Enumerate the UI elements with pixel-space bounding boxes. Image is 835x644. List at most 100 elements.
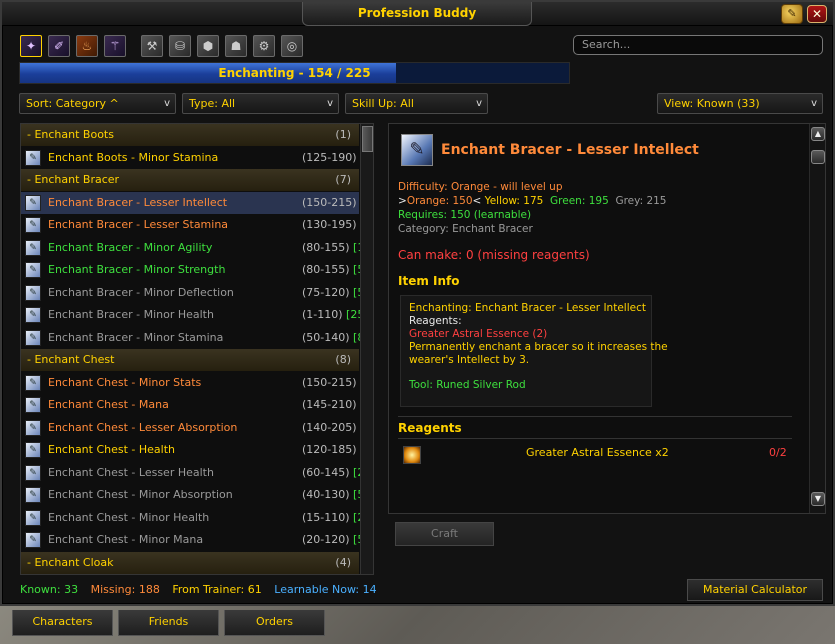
title-bar[interactable]: Profession Buddy ✎ ✕ xyxy=(2,2,833,26)
skill-range: (1-110) [25] xyxy=(302,304,369,326)
list-item-name: Enchant Chest - Mana xyxy=(48,398,169,411)
recipe-detail-panel: ✎ Enchant Bracer - Lesser Intellect Diff… xyxy=(388,123,826,514)
tooltip-name: Enchanting: Enchant Bracer - Lesser Inte… xyxy=(409,302,646,314)
list-item-name: Enchant Chest - Lesser Health xyxy=(48,465,214,479)
skill-range: (75-120) [5] xyxy=(302,282,369,304)
skill-range-text: (140-205) xyxy=(302,420,357,434)
skill-up-dropdown[interactable]: Skill Up: All v xyxy=(345,93,488,114)
requires-text: Requires: 150 (learnable) xyxy=(398,209,532,221)
list-item-name: Enchant Chest - Minor Absorption xyxy=(48,488,233,501)
shadow-icon[interactable]: ⚚ xyxy=(104,35,126,57)
skill-range: (150-215) xyxy=(302,192,357,214)
divider xyxy=(398,438,792,439)
recipe-row[interactable]: ✎ Enchant Chest - Minor Stats (150-215) xyxy=(21,372,359,394)
enchant-scroll-icon: ✎ xyxy=(25,487,41,503)
category-count: (8) xyxy=(335,353,351,366)
recipe-row[interactable]: ✎ Enchant Bracer - Minor Stamina (50-140) … xyxy=(21,327,369,349)
category-count: (4) xyxy=(335,555,351,569)
tool-5-icon[interactable]: ⚙ xyxy=(253,35,275,57)
sort-dropdown-label: Sort: Category ^ xyxy=(26,97,119,110)
recipe-row[interactable]: ✎ Enchant Bracer - Minor Health (1-110) [2… xyxy=(21,304,369,326)
close-button[interactable]: ✕ xyxy=(807,5,827,23)
recipe-row[interactable]: ✎ Enchant Chest - Mana (145-210) xyxy=(21,394,359,416)
recipe-row[interactable]: ✎ Enchant Bracer - Lesser Stamina (130-195… xyxy=(21,214,359,236)
search-input[interactable]: Search... xyxy=(573,35,823,55)
category-header[interactable]: - Enchant Cloak (4) xyxy=(21,551,359,574)
profession-buddy-window: Profession Buddy ✎ ✕ ✦ ✐ ♨ ⚚ ⚒ ⛁ ⬢ ☗ ⚙ ◎… xyxy=(0,0,835,606)
skill-range-text: (40-130) xyxy=(302,488,350,501)
detail-scrollbar[interactable]: ▲ ▼ xyxy=(809,124,825,513)
recipe-row[interactable]: ✎ Enchant Chest - Lesser Health (60-145) [… xyxy=(21,462,369,484)
chevron-down-icon: v xyxy=(164,98,170,109)
from-trainer-count: From Trainer: 61 xyxy=(172,583,262,596)
type-dropdown[interactable]: Type: All v xyxy=(182,93,339,114)
skill-range-text: (50-140) xyxy=(302,330,350,344)
enchant-scroll-icon: ✎ xyxy=(25,374,41,391)
enchant-scroll-icon: ✎ xyxy=(25,239,41,256)
learnable-now-count: Learnable Now: 14 xyxy=(274,583,377,596)
inscription-icon[interactable]: ✐ xyxy=(48,35,70,57)
list-item-name: Enchant Chest - Minor Stats xyxy=(48,375,202,389)
enchant-scroll-icon: ✎ xyxy=(25,149,41,166)
recipe-row[interactable]: ✎Enchant Chest - Minor Health(15-110) [2… xyxy=(21,507,373,529)
item-tooltip: Enchanting: Enchant Bracer - Lesser Inte… xyxy=(400,295,668,407)
recipe-row[interactable]: ✎ Enchant Boots - Minor Stamina (125-190) … xyxy=(21,147,373,169)
skill-range-text: (15-110) xyxy=(302,510,350,524)
recipe-list[interactable]: - Enchant Boots (1) ✎ Enchant Boots - Minor… xyxy=(20,123,374,575)
enchant-scroll-icon: ✎ xyxy=(25,217,41,233)
recipe-row[interactable]: ✎ Enchant Bracer - Minor Agility (80-155) … xyxy=(21,237,373,259)
recipe-row[interactable]: ✎ Enchant Chest - Minor Mana (20-120) [5] xyxy=(21,529,369,551)
enchant-scroll-icon: ✎ xyxy=(25,464,41,481)
material-calculator-button[interactable]: Material Calculator xyxy=(687,579,823,601)
tab-orders[interactable]: Orders xyxy=(224,610,325,636)
scroll-up-icon[interactable]: ▲ xyxy=(811,127,825,141)
skill-range-text: (75-120) xyxy=(302,285,350,299)
tooltip-desc-2: wearer's Intellect by 3. xyxy=(409,354,530,366)
tool-4-icon[interactable]: ☗ xyxy=(225,35,247,57)
tab-friends[interactable]: Friends xyxy=(118,610,219,636)
tooltip-reagent-line: Greater Astral Essence (2) xyxy=(409,328,548,340)
enchant-scroll-icon[interactable]: ✎ xyxy=(401,134,433,166)
enchant-scroll-icon: ✎ xyxy=(25,397,41,413)
recipe-row[interactable]: ✎ Enchant Bracer - Lesser Intellect (150-2… xyxy=(21,191,359,214)
skill-range-text: (130-195) xyxy=(302,218,357,231)
reagents-heading: Reagents xyxy=(398,421,462,435)
enchant-scroll-icon: ✎ xyxy=(25,307,41,323)
tab-characters[interactable]: Characters xyxy=(12,610,113,636)
enchant-scroll-icon: ✎ xyxy=(25,442,41,458)
recipe-row[interactable]: ✎ Enchant Chest - Minor Absorption (40-130… xyxy=(21,484,369,506)
minimap-icon[interactable]: ✎ xyxy=(781,4,803,24)
skill-progress-bar: Enchanting - 154 / 225 xyxy=(19,62,570,84)
tool-6-icon[interactable]: ◎ xyxy=(281,35,303,57)
essence-icon[interactable] xyxy=(403,446,421,464)
skill-range: (80-155) [5] xyxy=(302,259,369,281)
item-info-heading: Item Info xyxy=(398,274,460,288)
enchanting-icon[interactable]: ✦ xyxy=(20,35,42,57)
recipe-row[interactable]: ✎ Enchant Bracer - Minor Strength (80-155)… xyxy=(21,259,369,281)
missing-count: Missing: 188 xyxy=(90,583,160,596)
tool-1-icon[interactable]: ⚒ xyxy=(141,35,163,57)
list-item-name: Enchant Chest - Lesser Absorption xyxy=(48,420,238,434)
recipe-list-scrollbar[interactable] xyxy=(360,124,373,574)
sort-dropdown[interactable]: Sort: Category ^ v xyxy=(19,93,176,114)
difficulty-text: Difficulty: Orange - will level up xyxy=(398,181,563,193)
list-item-name: Enchant Chest - Minor Mana xyxy=(48,533,204,546)
recipe-row[interactable]: ✎ Enchant Chest - Health (120-185) xyxy=(21,439,359,461)
craft-button[interactable]: Craft xyxy=(395,522,494,546)
skill-range-text: (60-145) xyxy=(302,465,350,479)
recipe-row[interactable]: ✎ Enchant Bracer - Minor Deflection (75-12… xyxy=(21,282,369,304)
view-dropdown[interactable]: View: Known (33) v xyxy=(657,93,823,114)
scroll-down-icon[interactable]: ▼ xyxy=(811,492,825,506)
cooking-icon[interactable]: ♨ xyxy=(76,35,98,57)
recipe-row[interactable]: ✎ Enchant Chest - Lesser Absorption (140-2… xyxy=(21,417,359,439)
tool-2-icon[interactable]: ⛁ xyxy=(169,35,191,57)
scroll-thumb[interactable] xyxy=(811,150,825,164)
skill-range: (145-210) xyxy=(302,394,357,416)
category-header[interactable]: - Enchant Chest (8) xyxy=(21,349,359,371)
category-header[interactable]: - Enchant Bracer (7) xyxy=(21,169,359,191)
view-dropdown-label: View: Known (33) xyxy=(664,97,760,110)
tool-3-icon[interactable]: ⬢ xyxy=(197,35,219,57)
category-header[interactable]: - Enchant Boots (1) xyxy=(21,124,359,146)
category-count: (1) xyxy=(335,128,351,141)
scroll-thumb[interactable] xyxy=(362,126,373,152)
